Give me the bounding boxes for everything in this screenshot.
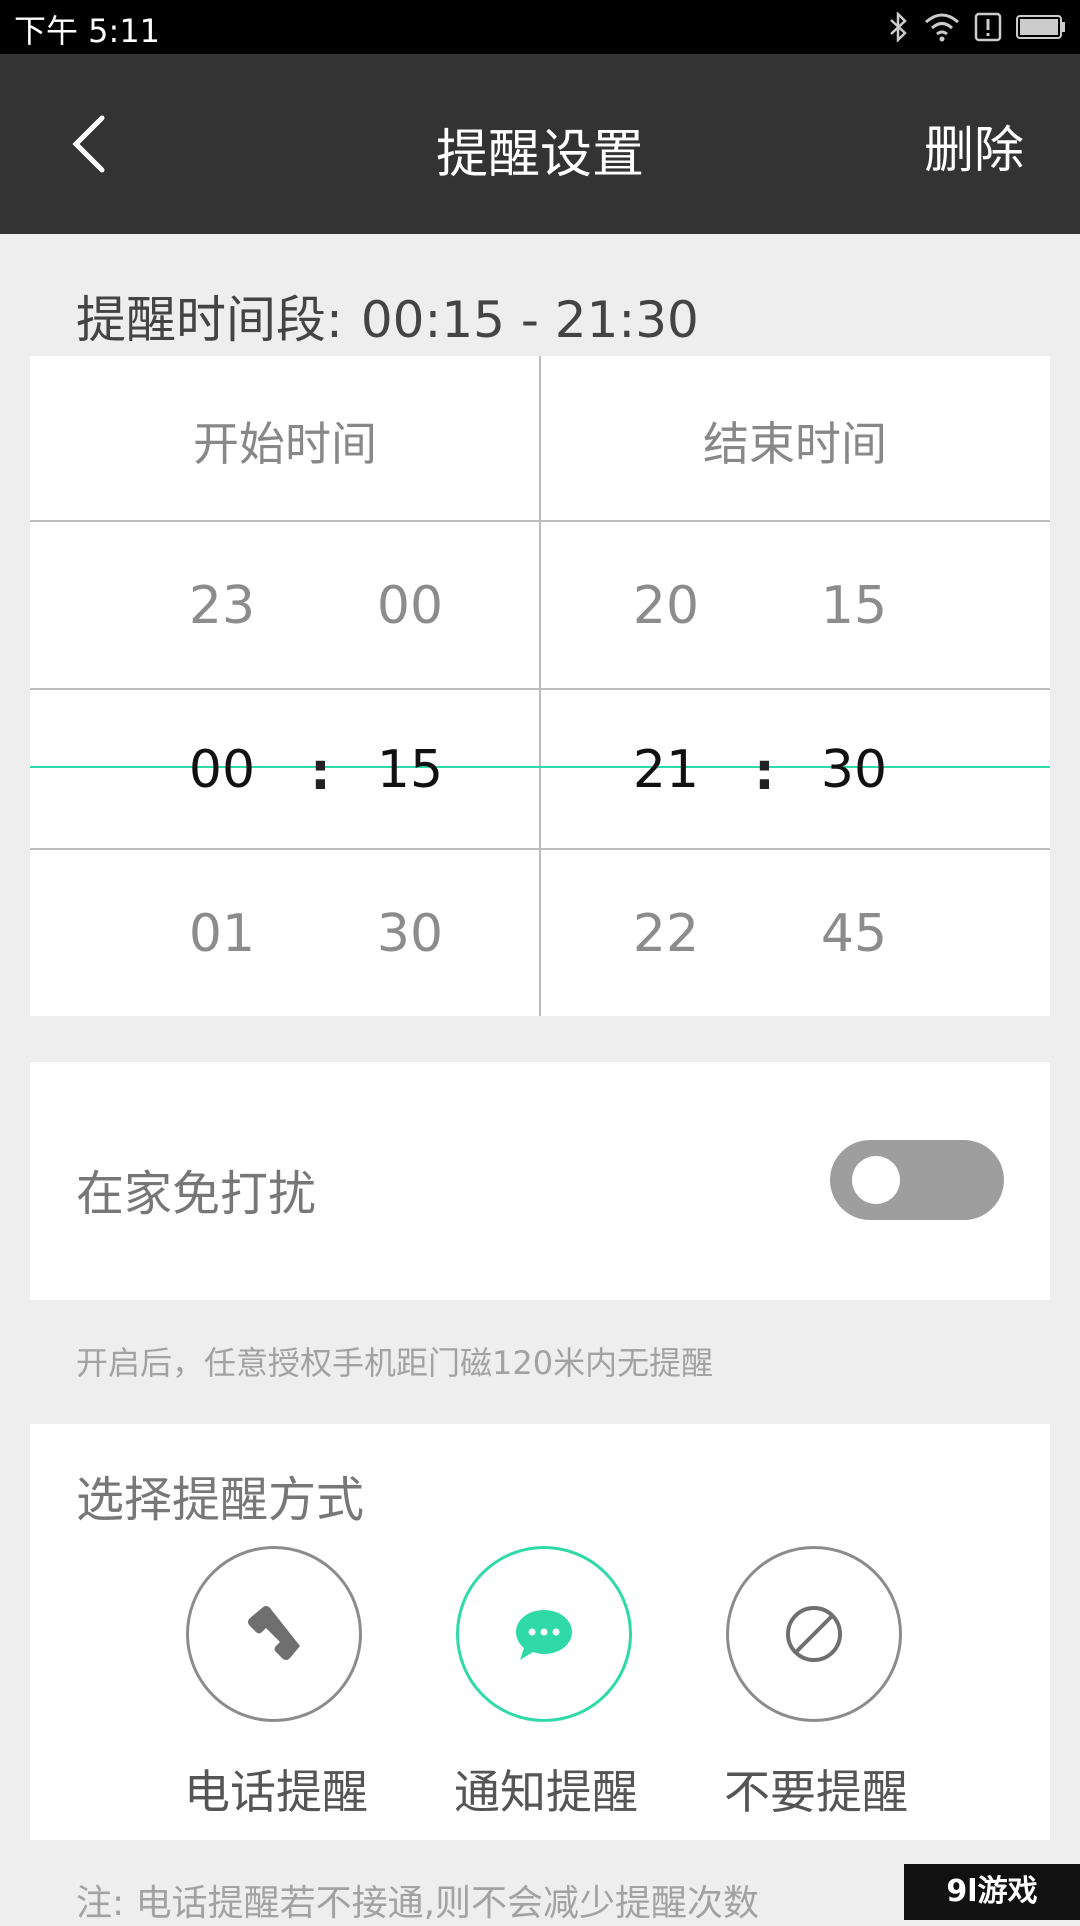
do-not-disturb-label: 在家免打扰 <box>76 1166 317 1222</box>
no-reminder-button[interactable] <box>726 1546 902 1722</box>
no-reminder-icon <box>786 1606 842 1662</box>
notification-reminder-button[interactable] <box>456 1546 632 1722</box>
phone-reminder-label: 电话提醒 <box>184 1765 368 1819</box>
start-time-separator: : <box>310 742 331 802</box>
watermark-logo: 9l游戏 <box>904 1864 1080 1920</box>
phone-icon <box>248 1606 300 1660</box>
start-minute-below[interactable]: 30 <box>350 904 470 964</box>
start-hour-below[interactable]: 01 <box>162 904 282 964</box>
phone-reminder-option[interactable]: 电话提醒 <box>176 1546 376 1856</box>
page-title: 提醒设置 <box>435 125 644 185</box>
app-bar: 提醒设置 删除 <box>0 54 1080 234</box>
start-time-header: 开始时间 <box>193 417 377 471</box>
start-hour-above[interactable]: 23 <box>162 576 282 636</box>
end-minute-above[interactable]: 15 <box>794 576 914 636</box>
notification-reminder-label: 通知提醒 <box>454 1765 638 1819</box>
do-not-disturb-card: 在家免打扰 <box>30 1062 1050 1300</box>
reminder-period: 提醒时间段: 00:15 - 21:30 <box>76 280 699 352</box>
end-hour-below[interactable]: 22 <box>606 904 726 964</box>
reminder-mode-title: 选择提醒方式 <box>76 1472 365 1528</box>
end-minute-below[interactable]: 45 <box>794 904 914 964</box>
reminder-period-value: 00:15 - 21:30 <box>360 291 699 349</box>
reminder-mode-card: 选择提醒方式 电话提醒 通知提醒 不要提醒 <box>30 1424 1050 1840</box>
status-time: 下午 5:11 <box>14 12 161 50</box>
notification-reminder-option[interactable]: 通知提醒 <box>446 1546 646 1856</box>
start-minute-above[interactable]: 00 <box>350 576 470 636</box>
no-reminder-label: 不要提醒 <box>724 1765 908 1819</box>
no-reminder-option[interactable]: 不要提醒 <box>716 1546 916 1856</box>
footer-note: 注: 电话提醒若不接通,则不会减少提醒次数 <box>76 1883 760 1924</box>
status-icons <box>888 10 1066 44</box>
end-minute-selected[interactable]: 30 <box>794 740 914 800</box>
do-not-disturb-hint: 开启后，任意授权手机距门磁120米内无提醒 <box>76 1344 714 1382</box>
chat-bubble-icon <box>516 1610 572 1660</box>
alert-icon <box>974 12 1002 42</box>
do-not-disturb-toggle[interactable] <box>830 1140 1004 1220</box>
battery-icon <box>1016 15 1065 39</box>
bluetooth-icon <box>890 12 907 42</box>
start-minute-selected[interactable]: 15 <box>350 740 470 800</box>
end-hour-selected[interactable]: 21 <box>606 740 726 800</box>
wifi-icon <box>925 13 959 42</box>
toggle-knob <box>852 1156 900 1204</box>
phone-reminder-button[interactable] <box>186 1546 362 1722</box>
start-hour-selected[interactable]: 00 <box>162 740 282 800</box>
time-range-picker: 开始时间 结束时间 23 00 01 : 00 15 30 20 21 22 :… <box>30 356 1050 1016</box>
end-time-separator: : <box>754 742 775 802</box>
end-time-header: 结束时间 <box>703 417 887 471</box>
reminder-period-label: 提醒时间段: <box>76 291 343 349</box>
status-bar: 下午 5:11 <box>0 0 1080 54</box>
end-hour-above[interactable]: 20 <box>606 576 726 636</box>
delete-button[interactable]: 删除 <box>924 110 1024 182</box>
